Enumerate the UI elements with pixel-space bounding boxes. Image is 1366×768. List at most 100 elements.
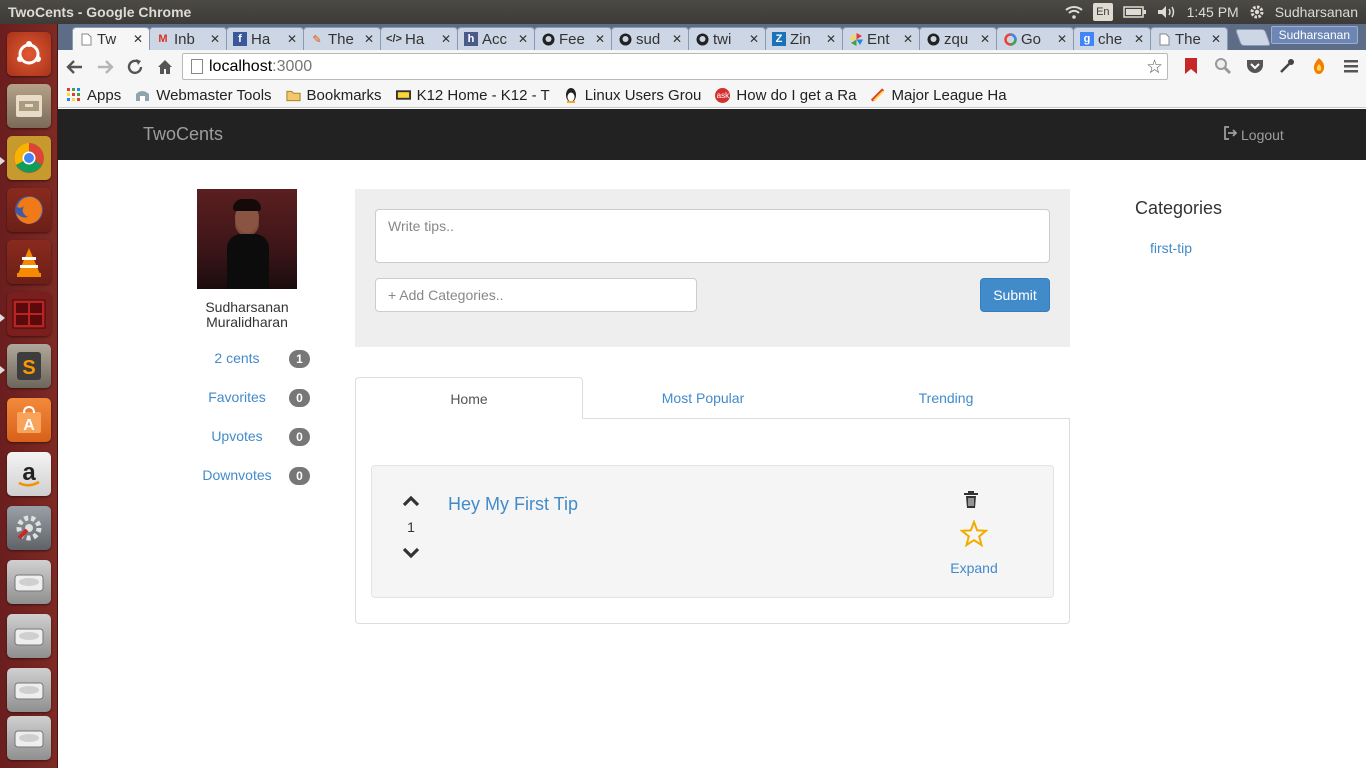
bookmark-major-league-hacking[interactable]: Major League Ha — [870, 87, 1007, 104]
profile-first-name: Sudharsanan — [205, 299, 289, 315]
browser-tab[interactable]: Ent ✕ — [842, 27, 920, 50]
url-host: localhost — [209, 57, 273, 75]
bookmark-star-icon[interactable]: ☆ — [1146, 56, 1163, 79]
category-link[interactable]: first-tip — [1150, 240, 1192, 256]
volume-icon[interactable] — [1157, 3, 1177, 21]
files-icon[interactable] — [7, 84, 51, 128]
browser-tab[interactable]: </> Ha ✕ — [380, 27, 458, 50]
brand-link[interactable]: TwoCents — [143, 124, 223, 145]
browser-tab[interactable]: ✎ The ✕ — [303, 27, 381, 50]
drive-icon[interactable] — [7, 668, 51, 712]
drive-icon[interactable] — [7, 560, 51, 604]
chrome-menu-icon[interactable] — [1340, 55, 1362, 77]
ubuntu-dash-icon[interactable] — [7, 32, 51, 76]
bookmark-ask[interactable]: ask How do I get a Ra — [715, 87, 856, 104]
close-icon[interactable]: ✕ — [287, 32, 297, 46]
bookmark-ribbon-icon[interactable] — [1180, 55, 1202, 77]
tab-most-popular[interactable]: Most Popular — [588, 377, 818, 419]
browser-tab[interactable]: Z Zin ✕ — [765, 27, 843, 50]
favorite-star-icon[interactable] — [960, 520, 988, 548]
back-icon[interactable] — [62, 54, 88, 80]
chrome-icon[interactable] — [7, 136, 51, 180]
bookmark-linux-users-group[interactable]: Linux Users Grou — [564, 87, 701, 104]
browser-tab[interactable]: Fee ✕ — [534, 27, 612, 50]
browser-tab[interactable]: twi ✕ — [688, 27, 766, 50]
submit-button[interactable]: Submit — [980, 278, 1050, 312]
browser-tab[interactable]: f Ha ✕ — [226, 27, 304, 50]
downvote-icon[interactable] — [402, 546, 420, 560]
categories-input[interactable] — [375, 278, 697, 312]
clock[interactable]: 1:45 PM — [1187, 4, 1239, 20]
close-icon[interactable]: ✕ — [210, 32, 220, 46]
close-icon[interactable]: ✕ — [1211, 32, 1221, 46]
battery-icon[interactable] — [1122, 3, 1147, 21]
browser-tab[interactable]: Tw ✕ — [72, 27, 150, 50]
close-icon[interactable]: ✕ — [595, 32, 605, 46]
terminal-workspace-icon[interactable] — [7, 292, 51, 336]
firefox-icon[interactable] — [7, 188, 51, 232]
favorites-link[interactable]: Favorites — [190, 389, 284, 405]
tip-title-link[interactable]: Hey My First Tip — [448, 494, 578, 515]
gear-icon[interactable] — [1249, 3, 1265, 21]
close-icon[interactable]: ✕ — [672, 32, 682, 46]
close-icon[interactable]: ✕ — [1134, 32, 1144, 46]
browser-tab[interactable]: M Inb ✕ — [149, 27, 227, 50]
bookmark-apps[interactable]: Apps — [66, 87, 121, 104]
drive-icon[interactable] — [7, 614, 51, 658]
upvotes-link[interactable]: Upvotes — [190, 428, 284, 444]
close-icon[interactable]: ✕ — [980, 32, 990, 46]
browser-tab[interactable]: g che ✕ — [1073, 27, 1151, 50]
bookmark-k12[interactable]: K12 Home - K12 - T — [395, 87, 550, 104]
close-icon[interactable]: ✕ — [903, 32, 913, 46]
keyboard-language-indicator[interactable]: En — [1093, 3, 1113, 21]
tab-trending[interactable]: Trending — [830, 377, 1062, 419]
vlc-icon[interactable] — [7, 240, 51, 284]
tip-textarea[interactable] — [375, 209, 1050, 263]
stat-my-cents: 2 cents 1 — [190, 350, 320, 370]
svg-text:A: A — [23, 417, 35, 434]
trash-launcher-icon[interactable] — [7, 716, 51, 760]
new-tab-button[interactable] — [1234, 29, 1272, 46]
chrome-profile-button[interactable]: Sudharsanan — [1270, 26, 1358, 44]
my-cents-link[interactable]: 2 cents — [190, 350, 284, 366]
wifi-icon[interactable] — [1065, 3, 1083, 21]
reload-icon[interactable] — [122, 54, 148, 80]
svg-text:a: a — [22, 459, 36, 486]
browser-tab[interactable]: Go ✕ — [996, 27, 1074, 50]
session-user[interactable]: Sudharsanan — [1275, 4, 1358, 20]
close-icon[interactable]: ✕ — [749, 32, 759, 46]
browser-tab[interactable]: sud ✕ — [611, 27, 689, 50]
system-settings-icon[interactable] — [7, 506, 51, 550]
close-icon[interactable]: ✕ — [518, 32, 528, 46]
software-center-icon[interactable]: A — [7, 398, 51, 442]
categories-heading: Categories — [1135, 198, 1223, 218]
address-bar[interactable]: localhost:3000 ☆ — [182, 53, 1168, 80]
close-icon[interactable]: ✕ — [364, 32, 374, 46]
upvote-icon[interactable] — [402, 494, 420, 508]
bookmark-webmaster-tools[interactable]: Webmaster Tools — [135, 87, 272, 104]
browser-tab[interactable]: The ✕ — [1150, 27, 1228, 50]
firebug-icon[interactable] — [1308, 55, 1330, 77]
count-badge: 0 — [289, 389, 310, 407]
downvotes-link[interactable]: Downvotes — [190, 467, 284, 483]
avatar — [197, 189, 297, 289]
bookmark-folder-bookmarks[interactable]: Bookmarks — [286, 87, 382, 104]
close-icon[interactable]: ✕ — [1057, 32, 1067, 46]
logout-label: Logout — [1241, 126, 1284, 143]
browser-tab[interactable]: h Acc ✕ — [457, 27, 535, 50]
browser-tab[interactable]: zqu ✕ — [919, 27, 997, 50]
close-icon[interactable]: ✕ — [441, 32, 451, 46]
forward-icon[interactable] — [92, 54, 118, 80]
trash-icon[interactable] — [963, 491, 979, 509]
sublime-text-icon[interactable]: S — [7, 344, 51, 388]
home-icon[interactable] — [152, 54, 178, 80]
close-icon[interactable]: ✕ — [826, 32, 836, 46]
logout-link[interactable]: Logout — [1223, 126, 1284, 143]
expand-link[interactable]: Expand — [944, 560, 1004, 576]
eyedropper-icon[interactable] — [1276, 55, 1298, 77]
magnifier-extension-icon[interactable] — [1212, 55, 1234, 77]
pocket-icon[interactable] — [1244, 55, 1266, 77]
tab-home[interactable]: Home — [355, 377, 583, 419]
close-icon[interactable]: ✕ — [133, 32, 143, 46]
amazon-icon[interactable]: a — [7, 452, 51, 496]
